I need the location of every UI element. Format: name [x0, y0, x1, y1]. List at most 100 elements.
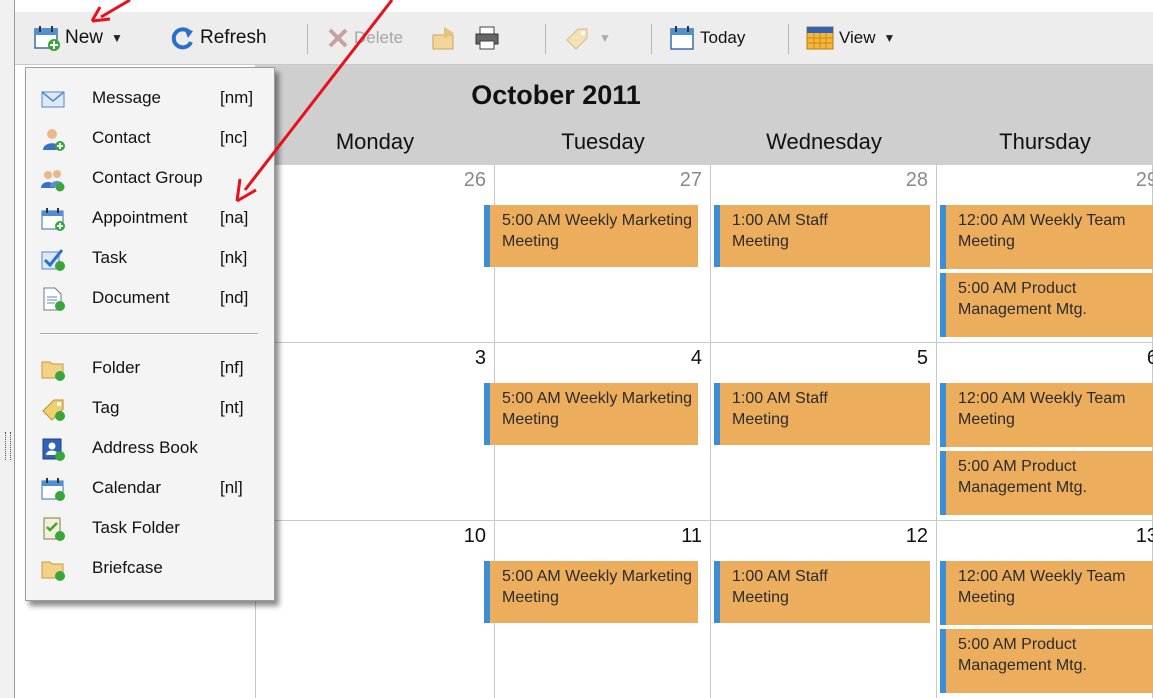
- day-cell[interactable]: 12 1:00 AM Staff Meeting: [711, 521, 937, 698]
- day-cell[interactable]: 4 5:00 AM Weekly Marketing Meeting: [484, 343, 711, 521]
- day-cell[interactable]: 29 12:00 AM Weekly Team Meeting 5:00 AM …: [937, 165, 1153, 343]
- calendar-app: New ▼ Refresh Delete ▼ Today View ▼ Octo…: [0, 0, 1153, 698]
- menu-item-calendar[interactable]: Calendar [nl]: [26, 472, 274, 506]
- menu-item-label: Calendar: [92, 478, 161, 497]
- chevron-down-icon: ▼: [599, 31, 611, 45]
- toolbar: New ▼ Refresh Delete ▼ Today View ▼: [15, 12, 1153, 65]
- view-button[interactable]: View ▼: [805, 22, 895, 54]
- appointment[interactable]: 1:00 AM Staff Meeting: [714, 561, 930, 623]
- menu-item-folder[interactable]: Folder [nf]: [26, 352, 274, 386]
- new-calendar-icon: [34, 26, 60, 51]
- day-cell[interactable]: 11 5:00 AM Weekly Marketing Meeting: [484, 521, 711, 698]
- menu-item-label: Document: [92, 288, 170, 307]
- menu-item-tag[interactable]: Tag [nt]: [26, 392, 274, 426]
- task-check-icon: [41, 249, 65, 271]
- print-button[interactable]: [473, 22, 501, 54]
- appointment[interactable]: 12:00 AM Weekly Team Meeting: [940, 205, 1153, 269]
- contact-group-icon: [41, 170, 65, 192]
- view-grid-icon: [806, 26, 834, 50]
- envelope-icon: [41, 91, 65, 108]
- document-icon: [43, 287, 65, 311]
- day-cell[interactable]: 26: [255, 165, 495, 343]
- menu-item-label: Tag: [92, 398, 120, 417]
- day-number: 6: [1146, 347, 1153, 369]
- appointment[interactable]: 5:00 AM Product Management Mtg.: [940, 629, 1153, 693]
- day-cell[interactable]: 6 12:00 AM Weekly Team Meeting 5:00 AM P…: [937, 343, 1153, 521]
- splitter-grip[interactable]: [5, 432, 11, 460]
- appointment[interactable]: 5:00 AM Product Management Mtg.: [940, 273, 1153, 337]
- menu-item-shortcut: [nd]: [220, 288, 249, 307]
- menu-item-shortcut: [nk]: [220, 248, 248, 267]
- menu-item-label: Contact: [92, 128, 151, 147]
- day-header-tuesday: Tuesday: [495, 125, 711, 165]
- move-folder-icon: [432, 27, 454, 50]
- day-header-thursday: Thursday: [937, 125, 1153, 165]
- menu-item-document[interactable]: Document [nd]: [26, 282, 274, 316]
- day-number: 27: [679, 169, 702, 191]
- menu-item-label: Message: [92, 88, 161, 107]
- day-number: 29: [1135, 169, 1153, 191]
- delete-button[interactable]: Delete: [326, 22, 403, 54]
- day-number: 28: [905, 169, 928, 191]
- menu-item-label: Contact Group: [92, 168, 203, 187]
- calendar-today-icon: [670, 26, 694, 50]
- day-number: 12: [905, 525, 928, 547]
- menu-item-shortcut: [na]: [220, 208, 249, 227]
- appointment[interactable]: 5:00 AM Weekly Marketing Meeting: [484, 383, 698, 445]
- toolbar-separator: [788, 24, 789, 54]
- day-header-monday: Monday: [255, 125, 495, 165]
- menu-item-label: Appointment: [92, 208, 188, 227]
- day-cell[interactable]: 3: [255, 343, 495, 521]
- day-number: 13: [1135, 525, 1153, 547]
- menu-item-task-folder[interactable]: Task Folder: [26, 512, 274, 546]
- menu-item-address-book[interactable]: Address Book: [26, 432, 274, 466]
- menu-item-shortcut: [nc]: [220, 128, 248, 147]
- menu-item-shortcut: [nl]: [220, 478, 243, 497]
- day-number: 4: [690, 347, 702, 369]
- toolbar-separator: [651, 24, 652, 54]
- menu-item-contact[interactable]: Contact [nc]: [26, 122, 274, 156]
- refresh-button[interactable]: Refresh: [170, 22, 267, 54]
- delete-button-label: Delete: [354, 28, 404, 47]
- day-number: 11: [681, 525, 702, 547]
- menu-separator: [40, 333, 258, 335]
- day-number: 26: [463, 169, 486, 191]
- menu-item-label: Task Folder: [92, 518, 180, 537]
- menu-item-message[interactable]: Message [nm]: [26, 82, 274, 116]
- move-button[interactable]: [430, 22, 458, 54]
- refresh-icon: [171, 27, 193, 50]
- appointment[interactable]: 5:00 AM Weekly Marketing Meeting: [484, 205, 698, 267]
- day-cell[interactable]: 13 12:00 AM Weekly Team Meeting 5:00 AM …: [937, 521, 1153, 698]
- appointment[interactable]: 5:00 AM Weekly Marketing Meeting: [484, 561, 698, 623]
- day-number: 10: [463, 525, 486, 547]
- appointment[interactable]: 5:00 AM Product Management Mtg.: [940, 451, 1153, 515]
- day-number: 5: [916, 347, 928, 369]
- day-cell[interactable]: 10: [255, 521, 495, 698]
- calendar-icon: [41, 478, 65, 501]
- briefcase-icon: [41, 561, 65, 581]
- menu-item-contact-group[interactable]: Contact Group: [26, 162, 274, 196]
- appointment[interactable]: 12:00 AM Weekly Team Meeting: [940, 383, 1153, 447]
- appointment[interactable]: 1:00 AM Staff Meeting: [714, 383, 930, 445]
- day-cell[interactable]: 28 1:00 AM Staff Meeting: [711, 165, 937, 343]
- toolbar-separator: [545, 24, 546, 54]
- menu-item-briefcase[interactable]: Briefcase: [26, 552, 274, 586]
- refresh-button-label: Refresh: [200, 27, 267, 48]
- appointment[interactable]: 1:00 AM Staff Meeting: [714, 205, 930, 267]
- day-header-wednesday: Wednesday: [711, 125, 937, 165]
- chevron-down-icon: ▼: [883, 31, 896, 45]
- menu-item-task[interactable]: Task [nk]: [26, 242, 274, 276]
- tag-button[interactable]: ▼: [563, 22, 611, 54]
- calendar-grid: 26 27 5:00 AM Weekly Marketing Meeting 2…: [255, 165, 1153, 698]
- day-cell[interactable]: 27 5:00 AM Weekly Marketing Meeting: [484, 165, 711, 343]
- menu-item-label: Address Book: [92, 438, 198, 457]
- today-button[interactable]: Today: [668, 22, 745, 54]
- printer-icon: [475, 26, 499, 50]
- menu-item-appointment[interactable]: Appointment [na]: [26, 202, 274, 236]
- menu-item-label: Briefcase: [92, 558, 163, 577]
- new-button[interactable]: New ▼: [33, 22, 123, 54]
- month-calendar: October 2011 Monday Tuesday Wednesday Th…: [255, 65, 1153, 698]
- day-cell[interactable]: 5 1:00 AM Staff Meeting: [711, 343, 937, 521]
- appointment[interactable]: 12:00 AM Weekly Team Meeting: [940, 561, 1153, 625]
- menu-item-shortcut: [nm]: [220, 88, 254, 107]
